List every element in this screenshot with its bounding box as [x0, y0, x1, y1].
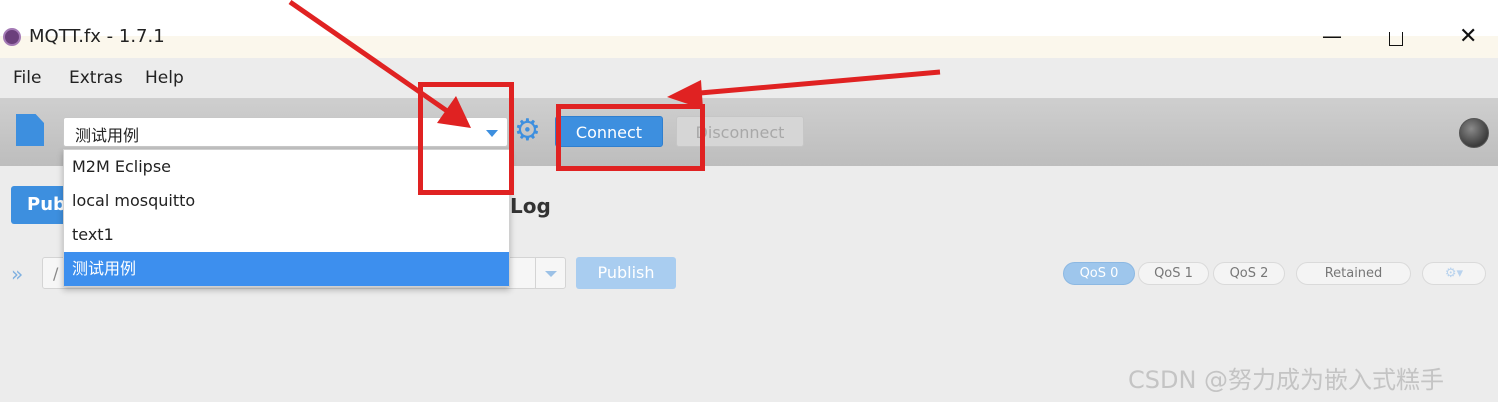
- arrow-head: [437, 96, 471, 128]
- annotation-arrows: [288, 0, 941, 128]
- arrow-to-connect: [667, 69, 941, 109]
- arrow-to-dropdown: [288, 0, 471, 128]
- screenshot-root: MQTT.fx - 1.7.1 — ✕ File Extras Help 测试用…: [0, 0, 1498, 402]
- arrow-shaft: [699, 69, 941, 96]
- arrow-shaft: [288, 0, 452, 116]
- arrow-head: [667, 80, 703, 109]
